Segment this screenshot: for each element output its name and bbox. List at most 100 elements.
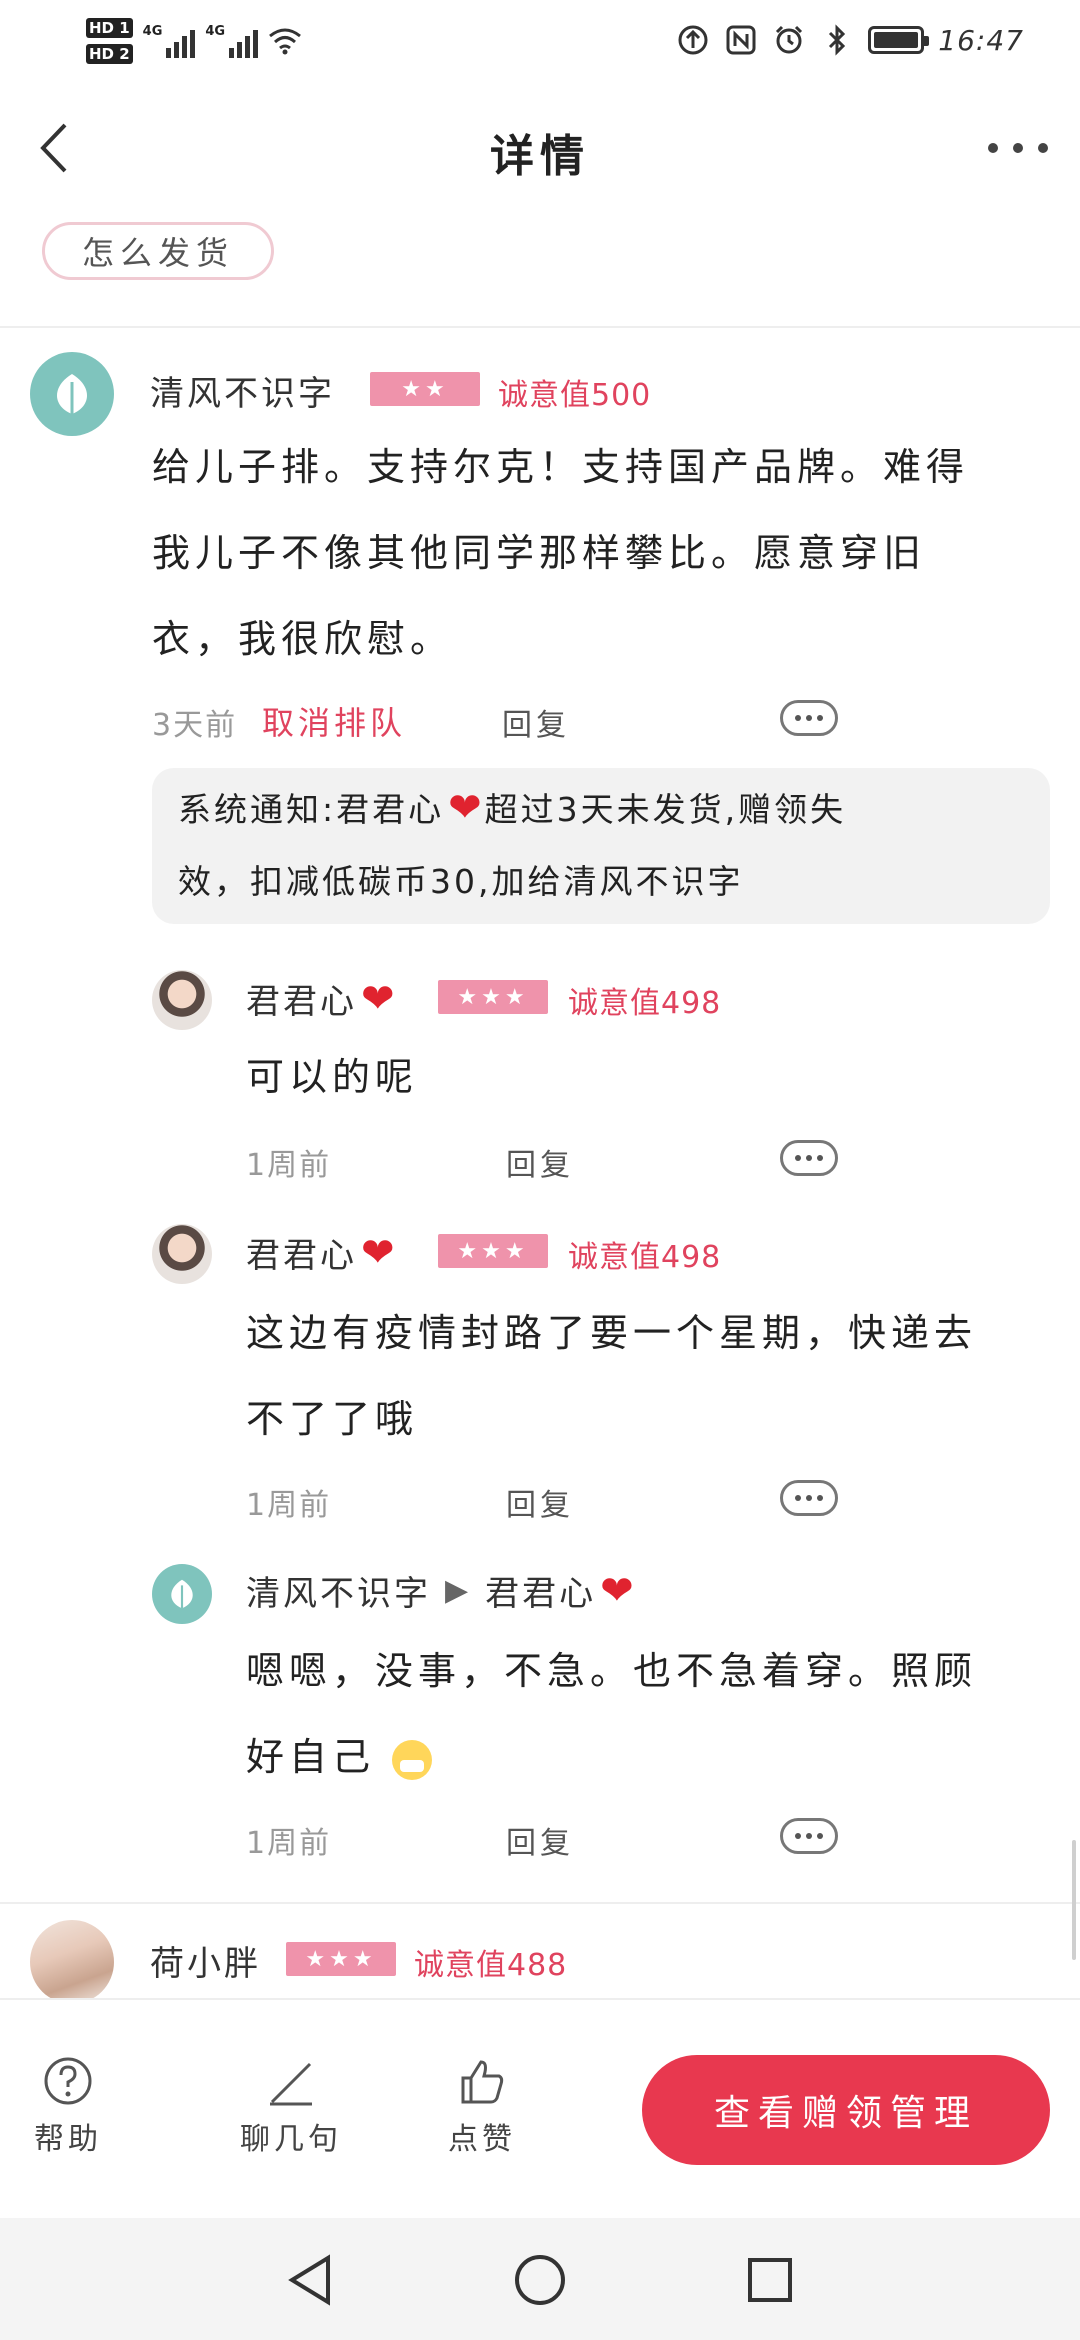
system-nav-bar: [0, 2218, 1080, 2340]
network-type-1: 4G: [142, 24, 163, 39]
reply-line: 好自己: [246, 1714, 1046, 1800]
clock: 16:47: [938, 23, 1024, 57]
network-type-2: 4G: [205, 24, 226, 39]
avatar[interactable]: [30, 1920, 114, 2004]
chat-button[interactable]: 聊几句: [240, 2056, 342, 2158]
square-recents-icon: [748, 2258, 792, 2302]
reply-text: 可以的呢: [246, 1034, 1046, 1120]
system-back-button[interactable]: [280, 2250, 340, 2310]
username-text: 君君心: [246, 982, 357, 1022]
comment-line: 衣，我很欣慰。: [152, 617, 454, 661]
mask-emoji-icon: [392, 1739, 433, 1780]
reply-text: 这边有疫情封路了要一个星期，快递去 不了了哦: [246, 1290, 1046, 1462]
view-gift-management-button[interactable]: 查看赠领管理: [642, 2055, 1050, 2165]
comment-line: 给儿子排。支持尔克！支持国产品牌。难得: [152, 445, 970, 489]
divider: [0, 326, 1080, 328]
comment-line: 我儿子不像其他同学那样攀比。愿意穿旧: [152, 531, 927, 575]
signal-icon-2: 4G: [205, 24, 259, 58]
nav-bar: 详情: [0, 92, 1080, 212]
reply-link[interactable]: 回复: [506, 1818, 574, 1862]
reply-link[interactable]: 回复: [502, 700, 570, 744]
sim2-tag: HD 2: [86, 44, 133, 64]
chat-label: 聊几句: [240, 2122, 342, 2157]
how-to-ship-chip[interactable]: 怎么发货: [42, 222, 274, 280]
sincerity-value: 诚意值498: [568, 1240, 722, 1275]
username-text: 君君心: [246, 1236, 357, 1276]
comment-time: 3天前: [152, 708, 238, 743]
page-title: 详情: [490, 131, 590, 182]
signal-group: HD 1 HD 2 4G 4G: [86, 10, 302, 72]
sincerity-value: 诚意值500: [498, 378, 652, 413]
help-label: 帮助: [34, 2122, 102, 2157]
heart-icon: ❤: [361, 1229, 398, 1276]
rank-badge: ★★: [370, 372, 480, 406]
heart-icon: ❤: [361, 975, 398, 1022]
heart-icon: ❤: [600, 1567, 637, 1614]
reply-line: 可以的呢: [246, 1055, 419, 1099]
system-notice: 系统通知:君君心 ❤超过3天未发货,赠领失 效，扣减低碳币30,加给清风不识字: [152, 768, 1050, 924]
avatar[interactable]: [152, 1564, 212, 1624]
comment-text: 给儿子排。支持尔克！支持国产品牌。难得 我儿子不像其他同学那样攀比。愿意穿旧 衣…: [152, 424, 1052, 682]
sincerity-value: 诚意值488: [414, 1948, 568, 1983]
more-options-button[interactable]: [988, 126, 1048, 170]
reply-line: 这边有疫情封路了要一个星期，快递去: [246, 1311, 978, 1355]
circle-home-icon: [515, 2255, 565, 2305]
reply-link[interactable]: 回复: [506, 1480, 574, 1524]
rank-badge: ★★★: [438, 1234, 548, 1268]
comment-options-button[interactable]: [780, 1480, 838, 1516]
help-button[interactable]: 帮助: [34, 2056, 102, 2158]
pen-icon: [270, 2062, 312, 2106]
leaf-logo-icon: [171, 1579, 193, 1609]
notice-line: 系统通知:君君心 ❤超过3天未发货,赠领失: [178, 772, 1024, 846]
reply-time: 1周前: [246, 1148, 332, 1183]
avatar[interactable]: [30, 352, 114, 436]
avatar[interactable]: [152, 1224, 212, 1284]
cancel-queue-link[interactable]: 取消排队: [262, 698, 406, 744]
rank-badge: ★★★: [286, 1942, 396, 1976]
reply-username[interactable]: 君君心 ❤: [246, 1228, 398, 1277]
help-icon: [44, 2057, 92, 2105]
notice-text: 系统通知:君君心: [178, 790, 445, 829]
reply-line-text: 好自己: [246, 1735, 376, 1779]
reply-time: 1周前: [246, 1488, 332, 1523]
notice-line: 效，扣减低碳币30,加给清风不识字: [178, 862, 744, 901]
reply-line: 嗯嗯，没事，不急。也不急着穿。照顾: [246, 1649, 978, 1693]
comment-username[interactable]: 荷小胖: [150, 1936, 261, 1985]
username-text: 清风不识字: [246, 1574, 431, 1614]
triangle-back-icon: [288, 2254, 330, 2306]
sim1-tag: HD 1: [86, 18, 133, 38]
comment-username[interactable]: 清风不识字: [150, 366, 335, 415]
reply-text: 嗯嗯，没事，不急。也不急着穿。照顾 好自己: [246, 1628, 1046, 1800]
status-icons: 16:47: [676, 18, 1024, 62]
data-saver-icon: [676, 23, 710, 57]
reply-link[interactable]: 回复: [506, 1140, 574, 1184]
wifi-icon: [268, 24, 302, 58]
like-label: 点赞: [448, 2122, 516, 2157]
status-bar: HD 1 HD 2 4G 4G 16:47: [0, 0, 1080, 82]
scrollbar[interactable]: [1072, 1840, 1076, 1960]
comment-options-button[interactable]: [780, 1818, 838, 1854]
like-button[interactable]: 点赞: [448, 2056, 516, 2158]
sincerity-value: 诚意值498: [568, 986, 722, 1021]
reply-to-username: 君君心: [485, 1574, 597, 1614]
action-bar: 帮助 聊几句 点赞 查看赠领管理: [0, 1998, 1080, 2218]
battery-icon: [868, 26, 930, 54]
signal-icon-1: 4G: [143, 24, 196, 58]
reply-username[interactable]: 君君心 ❤: [246, 974, 398, 1023]
thumbs-up-icon: [461, 2060, 504, 2104]
nfc-icon: [724, 23, 758, 57]
reply-line: 不了了哦: [246, 1397, 419, 1441]
system-home-button[interactable]: [510, 2250, 570, 2310]
divider: [0, 1902, 1080, 1904]
battery-level: [874, 32, 919, 48]
reply-to-arrow-icon: ▶: [445, 1573, 472, 1608]
avatar[interactable]: [152, 970, 212, 1030]
comment-options-button[interactable]: [780, 700, 838, 736]
bluetooth-icon: [820, 23, 854, 57]
system-recents-button[interactable]: [740, 2250, 800, 2310]
reply-username[interactable]: 清风不识字 ▶ 君君心 ❤: [246, 1566, 637, 1615]
rank-badge: ★★★: [438, 980, 548, 1014]
leaf-logo-icon: [57, 374, 87, 414]
reply-time: 1周前: [246, 1826, 332, 1861]
comment-options-button[interactable]: [780, 1140, 838, 1176]
